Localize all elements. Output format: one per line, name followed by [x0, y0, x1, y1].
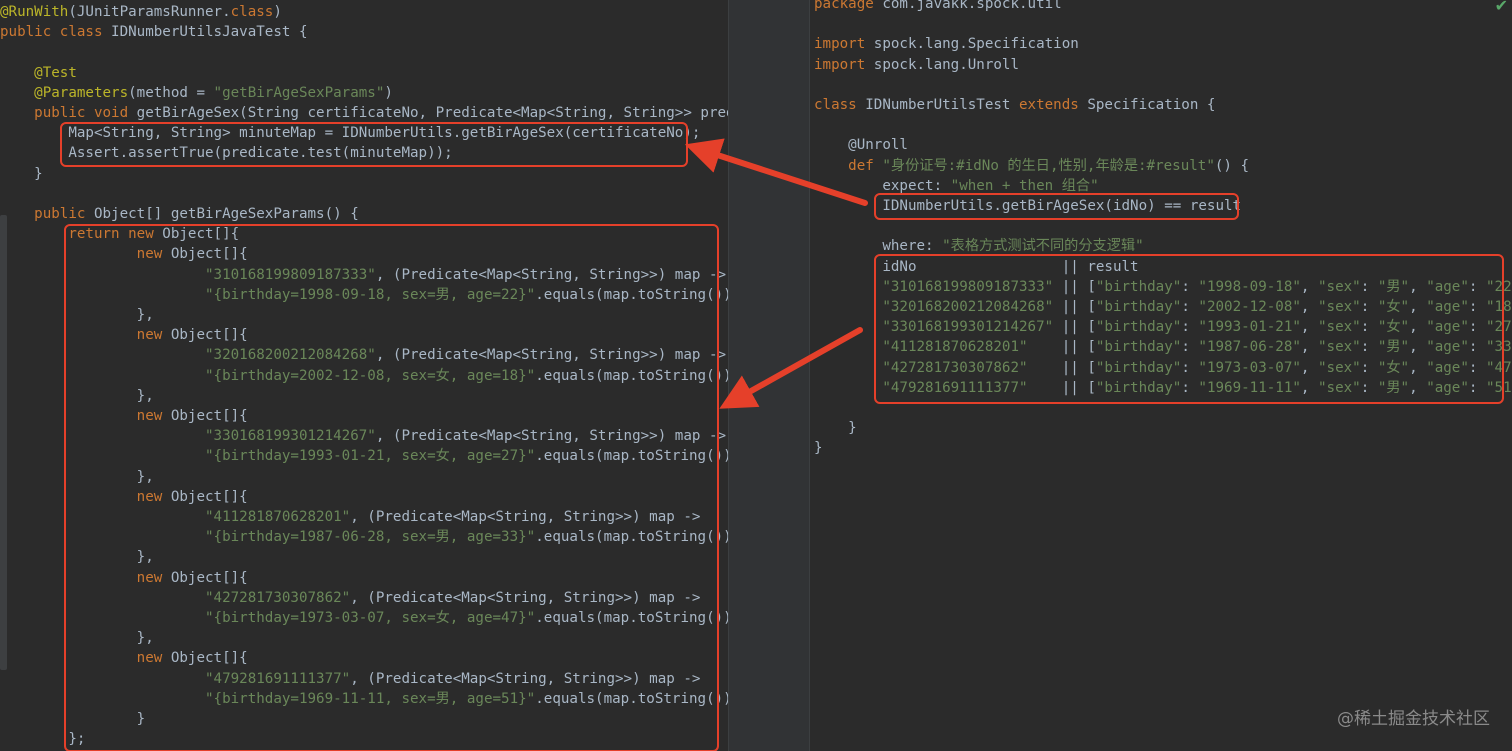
code-line[interactable]: @Unroll	[814, 135, 908, 155]
code-token: )	[384, 84, 393, 101]
code-token: class	[230, 4, 274, 20]
left-editor-pane[interactable]: @RunWith(JUnitParamsRunner.class) public …	[0, 0, 728, 751]
code-line[interactable]: public class IDNumberUtilsJavaTest {	[0, 22, 308, 42]
code-token: (JUnitParamsRunner.	[68, 4, 231, 20]
code-token: import	[814, 36, 874, 53]
code-token: }	[814, 440, 823, 457]
code-token: @Unroll	[814, 137, 908, 154]
code-token: public void	[0, 105, 137, 121]
code-token: @Parameters	[0, 84, 129, 101]
code-token: public class	[0, 24, 112, 41]
code-token: import	[814, 56, 874, 73]
code-token: @RunWith	[0, 4, 69, 20]
code-line[interactable]: package com.javakk.spock.util	[814, 0, 1062, 14]
code-line[interactable]: }	[0, 164, 43, 184]
code-token: where:	[814, 238, 943, 255]
where-table-highlight-box	[874, 254, 1504, 404]
code-token: Specification {	[1087, 97, 1216, 113]
code-line[interactable]: @RunWith(JUnitParamsRunner.class)	[0, 2, 282, 22]
code-line[interactable]: public void getBirAgeSex(String certific…	[0, 103, 728, 123]
code-token: (method =	[128, 84, 214, 101]
watermark: @稀土掘金技术社区	[1337, 709, 1490, 729]
code-line[interactable]: }	[814, 418, 857, 438]
code-token: getBirAgeSex(String certificateNo, Predi…	[136, 105, 728, 121]
code-token: )	[273, 4, 282, 20]
editor-split-divider[interactable]	[728, 0, 810, 751]
code-token: "身份证号:#idNo 的生日,性别,年龄是:#result"	[882, 157, 1215, 174]
code-token: package	[814, 0, 883, 12]
code-token: Object[] getBirAgeSexParams() {	[93, 206, 359, 222]
code-line[interactable]: @Test	[0, 63, 77, 83]
code-token: "when + then 组合"	[950, 177, 1099, 194]
code-token: }	[814, 420, 857, 437]
code-token: class	[814, 97, 866, 113]
code-line[interactable]: class IDNumberUtilsTest extends Specific…	[814, 95, 1215, 115]
code-token: public	[0, 206, 94, 222]
code-token: def	[814, 157, 883, 174]
code-token: spock.lang.Unroll	[873, 56, 1020, 73]
code-token: extends	[1019, 97, 1088, 113]
expect-highlight-box	[874, 193, 1239, 220]
assert-highlight-box	[60, 122, 688, 167]
code-line[interactable]: public Object[] getBirAgeSexParams() {	[0, 204, 359, 224]
code-token: "getBirAgeSexParams"	[213, 84, 385, 101]
code-token: () {	[1214, 157, 1250, 174]
code-line[interactable]: import spock.lang.Unroll	[814, 55, 1019, 75]
code-line[interactable]: }	[814, 438, 823, 458]
code-token: IDNumberUtilsJavaTest {	[111, 24, 308, 41]
code-token: spock.lang.Specification	[873, 36, 1079, 53]
code-token: "表格方式测试不同的分支逻辑"	[942, 238, 1144, 255]
code-token: com.javakk.spock.util	[882, 0, 1062, 12]
code-token: @Test	[0, 64, 77, 81]
params-highlight-box	[64, 224, 719, 751]
code-line[interactable]: import spock.lang.Specification	[814, 34, 1079, 54]
code-token: }	[0, 165, 43, 182]
code-token: expect:	[814, 177, 951, 194]
code-line[interactable]: def "身份证号:#idNo 的生日,性别,年龄是:#result"() {	[814, 156, 1249, 176]
right-editor-pane[interactable]: package com.javakk.spock.util import spoc…	[810, 0, 1512, 751]
code-token: IDNumberUtilsTest	[865, 97, 1019, 113]
code-line[interactable]: @Parameters(method = "getBirAgeSexParams…	[0, 83, 393, 103]
check-icon: ✔	[1494, 0, 1508, 15]
